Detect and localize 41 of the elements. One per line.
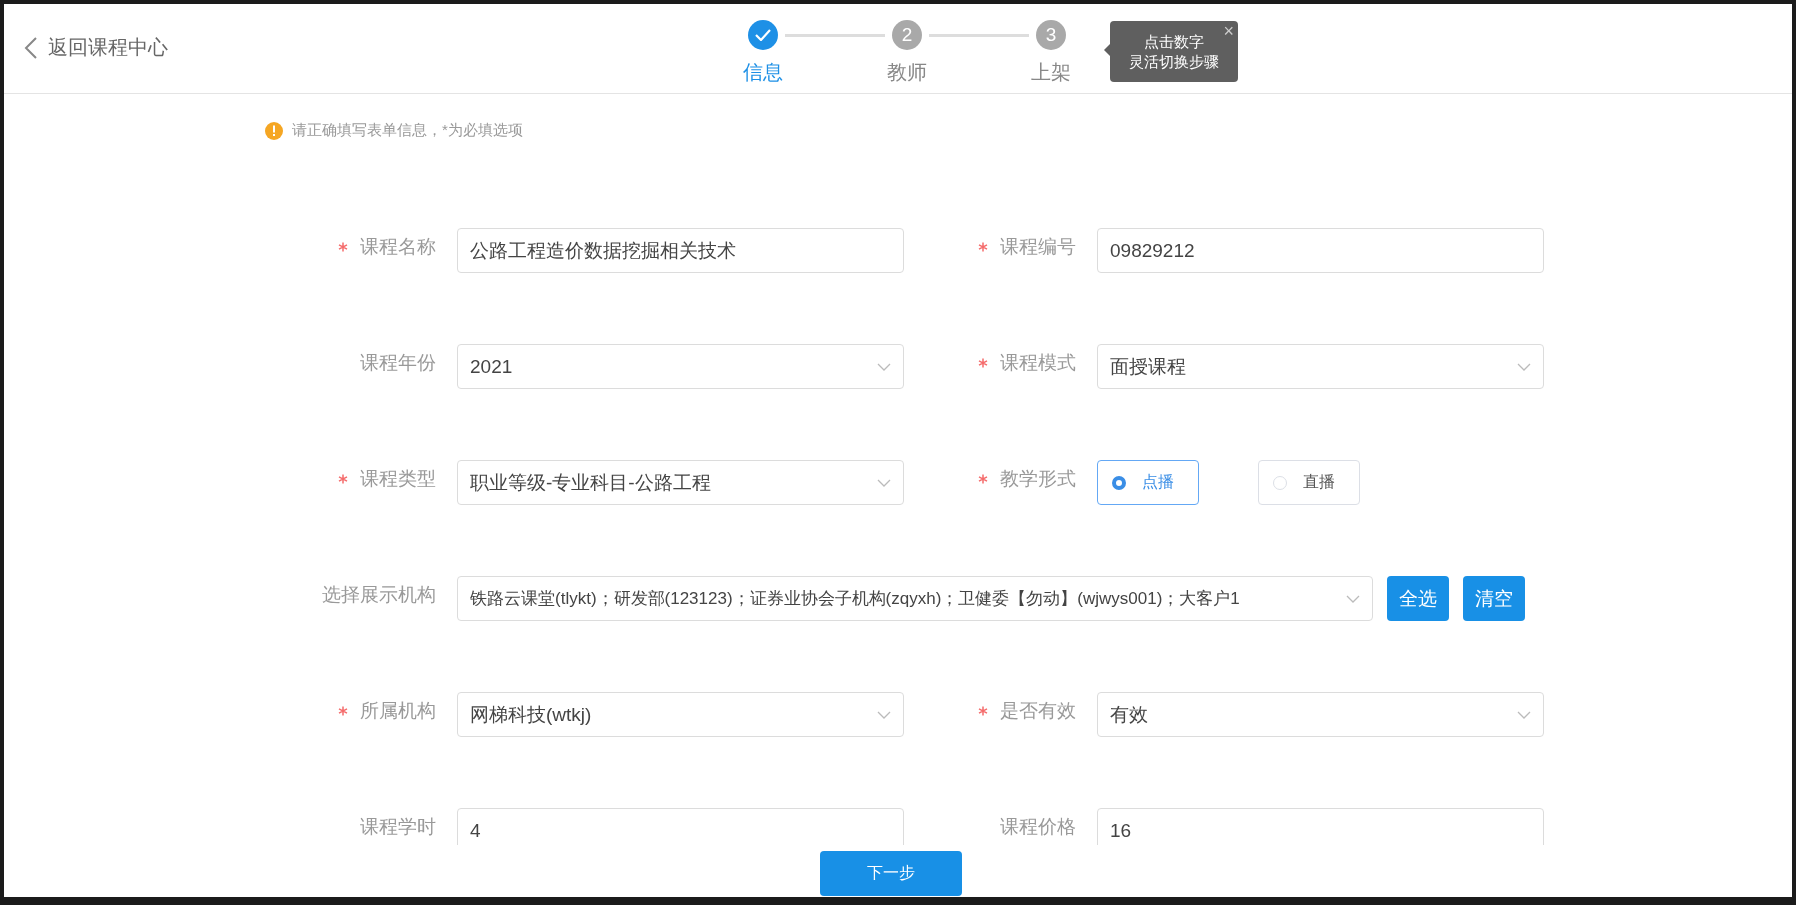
field-label: 课程类型: [360, 467, 436, 491]
caret-icon: [1517, 710, 1531, 719]
select-field[interactable]: 网梯科技(wtkj): [457, 692, 904, 737]
select-field[interactable]: 面授课程: [1097, 344, 1544, 389]
radio-option[interactable]: 点播: [1097, 460, 1199, 505]
field-label: 课程学时: [360, 815, 436, 839]
chevron-left-icon: [24, 35, 38, 60]
input-field[interactable]: 4: [457, 808, 904, 845]
checkmark-icon: [755, 29, 771, 41]
close-button[interactable]: ×: [1223, 21, 1234, 41]
field-label: 教学形式: [1000, 467, 1076, 491]
field-label: 课程名称: [360, 235, 436, 259]
field-label: 课程价格: [1000, 815, 1076, 839]
select-field[interactable]: 2021: [457, 344, 904, 389]
select-field[interactable]: 职业等级-专业科目-公路工程: [457, 460, 904, 505]
caret-icon: [877, 362, 891, 371]
input-field[interactable]: 16: [1097, 808, 1544, 845]
step-label: 教师: [887, 60, 927, 85]
step-check-button[interactable]: [748, 20, 778, 50]
tooltip-text: 灵活切换步骤: [1129, 51, 1219, 72]
caret-icon: [1346, 594, 1360, 603]
select-field[interactable]: 铁路云课堂(tlykt)；研发部(123123)；证券业协会子机构(zqyxh)；卫健委【勿动】(wjwys001)；大客户1: [457, 576, 1373, 621]
notice-text: 请正确填写表单信息，*为必填选项: [292, 121, 523, 140]
select-field[interactable]: 有效: [1097, 692, 1544, 737]
field-label: 所属机构: [360, 699, 436, 723]
field-label: 课程编号: [1000, 235, 1076, 259]
step-label: 上架: [1031, 60, 1071, 85]
field-label: 课程年份: [360, 351, 436, 375]
radio-option[interactable]: 直播: [1258, 460, 1360, 505]
field-label: 是否有效: [1000, 699, 1076, 723]
caret-icon: [877, 710, 891, 719]
step-label: 信息: [743, 60, 783, 85]
tooltip-text: 点击数字: [1144, 31, 1204, 52]
back-link[interactable]: 返回课程中心: [24, 34, 168, 61]
field-label: 选择展示机构: [322, 583, 436, 607]
warning-icon: [265, 121, 283, 140]
caret-icon: [877, 478, 891, 487]
input-field[interactable]: 09829212: [1097, 228, 1544, 273]
input-field[interactable]: 公路工程造价数据挖掘相关技术: [457, 228, 904, 273]
caret-icon: [1517, 362, 1531, 371]
field-label: 课程模式: [1000, 351, 1076, 375]
